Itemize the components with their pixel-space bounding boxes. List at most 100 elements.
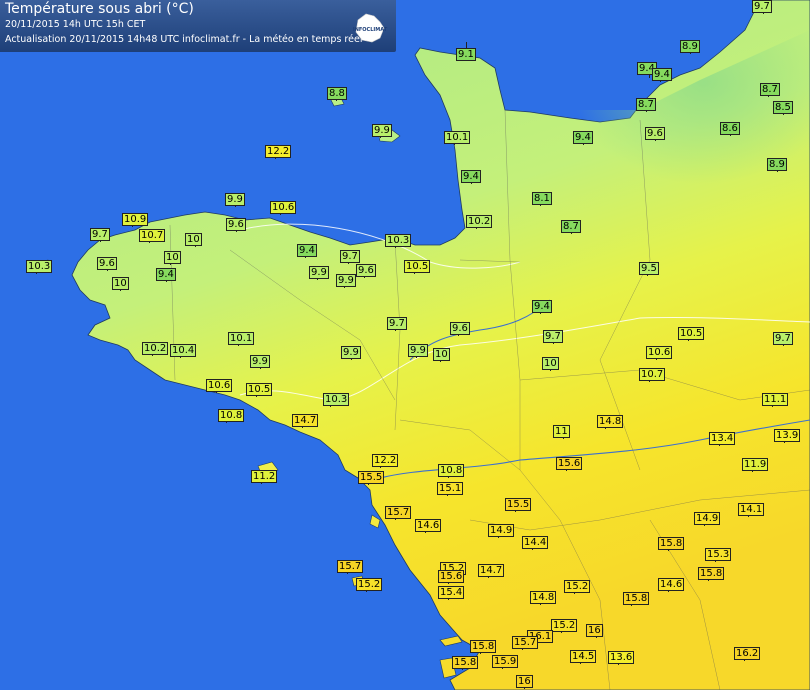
station-temperature: 15.5	[358, 471, 385, 484]
station-temperature: 15.7	[385, 506, 412, 519]
station-temperature: 9.4	[156, 268, 176, 281]
station-temperature: 10.2	[466, 215, 493, 228]
station-temperature: 14.6	[658, 578, 685, 591]
station-temperature: 15.5	[505, 498, 532, 511]
station-temperature: 9.5	[639, 262, 659, 275]
station-temperature: 9.9	[250, 355, 270, 368]
station-temperature: 9.4	[461, 170, 481, 183]
station-temperature: 8.1	[532, 192, 552, 205]
station-temperature: 15.1	[437, 482, 464, 495]
station-temperature: 10	[185, 233, 202, 246]
station-temperature: 15.2	[564, 580, 591, 593]
station-temperature: 12.2	[265, 145, 292, 158]
station-temperature: 10	[112, 277, 129, 290]
station-temperature: 8.7	[760, 83, 780, 96]
station-temperature: 13.9	[774, 429, 801, 442]
station-temperature: 11.9	[742, 458, 769, 471]
station-temperature: 14.5	[570, 650, 597, 663]
station-temperature: 14.9	[694, 512, 721, 525]
station-temperature: 9.7	[387, 317, 407, 330]
station-temperature: 9.9	[408, 344, 428, 357]
station-temperature: 9.1	[456, 48, 476, 61]
station-temperature: 15.7	[512, 636, 539, 649]
station-temperature: 13.4	[709, 432, 736, 445]
station-temperature: 8.5	[773, 101, 793, 114]
infoclimat-logo: INFOCLIMAT	[350, 8, 390, 48]
station-temperature: 15.8	[658, 537, 685, 550]
station-temperature: 14.7	[478, 564, 505, 577]
station-temperature: 10.9	[122, 213, 149, 226]
station-temperature: 16	[516, 675, 533, 688]
station-temperature: 11.2	[251, 470, 278, 483]
station-temperature: 9.7	[752, 0, 772, 13]
station-temperature: 14.7	[292, 414, 319, 427]
observation-time: 20/11/2015 14h UTC 15h CET	[5, 19, 146, 30]
map-background	[0, 0, 810, 690]
station-temperature: 8.8	[327, 87, 347, 100]
station-temperature: 15.2	[551, 619, 578, 632]
station-temperature: 15.8	[470, 640, 497, 653]
station-temperature: 10.6	[270, 201, 297, 214]
station-temperature: 10.3	[26, 260, 53, 273]
station-temperature: 14.1	[738, 503, 765, 516]
station-temperature: 12.2	[372, 454, 399, 467]
station-temperature: 9.7	[340, 250, 360, 263]
station-temperature: 10.3	[385, 234, 412, 247]
station-temperature: 9.4	[297, 244, 317, 257]
station-temperature: 10.8	[218, 409, 245, 422]
map-header: Température sous abri (°C) 20/11/2015 14…	[0, 0, 396, 52]
station-temperature: 14.8	[597, 415, 624, 428]
station-temperature: 10.5	[678, 327, 705, 340]
station-temperature: 16	[586, 624, 603, 637]
station-temperature: 15.2	[356, 578, 383, 591]
station-temperature: 9.9	[309, 266, 329, 279]
station-temperature: 10.1	[444, 131, 471, 144]
station-temperature: 9.6	[97, 257, 117, 270]
station-temperature: 14.6	[415, 519, 442, 532]
station-temperature: 10.5	[404, 260, 431, 273]
station-temperature: 10.7	[639, 368, 666, 381]
station-temperature: 8.6	[720, 122, 740, 135]
station-temperature: 16.2	[734, 647, 761, 660]
station-temperature: 10	[164, 251, 181, 264]
station-temperature: 8.7	[561, 220, 581, 233]
update-info: Actualisation 20/11/2015 14h48 UTC infoc…	[5, 34, 363, 45]
station-temperature: 15.6	[556, 457, 583, 470]
station-temperature: 9.9	[336, 274, 356, 287]
station-temperature: 9.4	[573, 131, 593, 144]
station-temperature: 10.3	[323, 393, 350, 406]
station-temperature: 9.4	[532, 300, 552, 313]
station-temperature: 9.9	[225, 193, 245, 206]
station-temperature: 9.6	[645, 127, 665, 140]
station-temperature: 14.9	[488, 524, 515, 537]
station-temperature: 9.6	[226, 218, 246, 231]
temperature-map: Température sous abri (°C) 20/11/2015 14…	[0, 0, 810, 690]
station-temperature: 9.6	[450, 322, 470, 335]
station-temperature: 14.4	[522, 536, 549, 549]
station-temperature: 15.8	[698, 567, 725, 580]
station-temperature: 15.7	[337, 560, 364, 573]
station-temperature: 10.6	[206, 379, 233, 392]
station-temperature: 15.9	[492, 655, 519, 668]
station-temperature: 9.9	[341, 346, 361, 359]
station-temperature: 9.7	[773, 332, 793, 345]
svg-text:INFOCLIMAT: INFOCLIMAT	[353, 27, 388, 33]
station-temperature: 9.4	[652, 68, 672, 81]
station-temperature: 11	[553, 425, 570, 438]
station-temperature: 9.7	[90, 228, 110, 241]
station-temperature: 10	[433, 348, 450, 361]
station-temperature: 10.2	[142, 342, 169, 355]
station-temperature: 15.3	[705, 548, 732, 561]
station-temperature: 15.6	[438, 570, 465, 583]
station-temperature: 10.6	[646, 346, 673, 359]
station-temperature: 8.7	[636, 98, 656, 111]
station-temperature: 10	[542, 357, 559, 370]
station-temperature: 10.4	[170, 344, 197, 357]
map-title: Température sous abri (°C)	[5, 1, 194, 17]
station-temperature: 15.4	[438, 586, 465, 599]
station-temperature: 15.8	[452, 656, 479, 669]
station-temperature: 10.1	[228, 332, 255, 345]
station-temperature: 9.9	[372, 124, 392, 137]
station-temperature: 9.7	[543, 330, 563, 343]
station-temperature: 14.8	[530, 591, 557, 604]
